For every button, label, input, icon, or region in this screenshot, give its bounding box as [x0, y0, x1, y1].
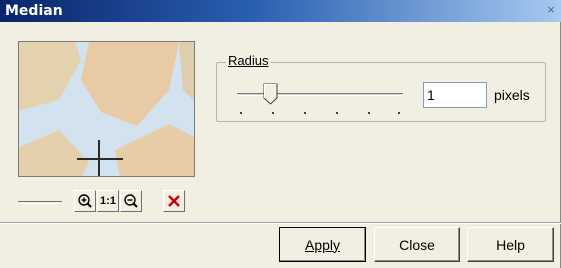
actual-size-button[interactable]: 1:1 [97, 190, 119, 212]
slider-tick [304, 112, 306, 114]
reset-preview-button[interactable] [163, 190, 185, 212]
close-button[interactable]: Close [374, 227, 460, 262]
dialog-title: Median [5, 3, 63, 19]
radius-slider-track[interactable] [237, 93, 403, 96]
close-button-label: Close [399, 236, 435, 253]
radius-unit-label: pixels [494, 87, 530, 103]
preview-map-image [19, 42, 194, 176]
zoom-in-icon [78, 194, 92, 208]
title-bar[interactable]: Median × [0, 0, 561, 22]
radius-group-label: Radius [226, 53, 271, 68]
zoom-level-indicator [18, 201, 62, 204]
help-button-label: Help [496, 236, 525, 253]
zoom-in-button[interactable] [74, 190, 96, 212]
slider-tick [240, 112, 242, 114]
radius-input[interactable] [423, 82, 487, 108]
radius-label-mnemonic: Radius [228, 53, 269, 68]
slider-tick [368, 112, 370, 114]
slider-tick [398, 112, 400, 114]
slider-ticks [240, 112, 406, 116]
button-separator [0, 222, 561, 224]
slider-tick [272, 112, 274, 114]
zoom-out-button[interactable] [120, 190, 142, 212]
close-icon[interactable]: × [544, 4, 558, 17]
red-x-icon [168, 195, 180, 207]
apply-button-label: Apply [304, 236, 341, 253]
help-button[interactable]: Help [467, 227, 554, 262]
actual-size-icon: 1:1 [100, 195, 116, 207]
radius-slider-thumb[interactable] [263, 83, 278, 105]
median-dialog: Median × 1:1 Radius 1 pixels Apply Close… [0, 0, 561, 268]
apply-button[interactable]: Apply [279, 227, 366, 262]
slider-tick [336, 112, 338, 114]
zoom-out-icon [124, 194, 138, 208]
preview-image[interactable] [18, 41, 195, 177]
